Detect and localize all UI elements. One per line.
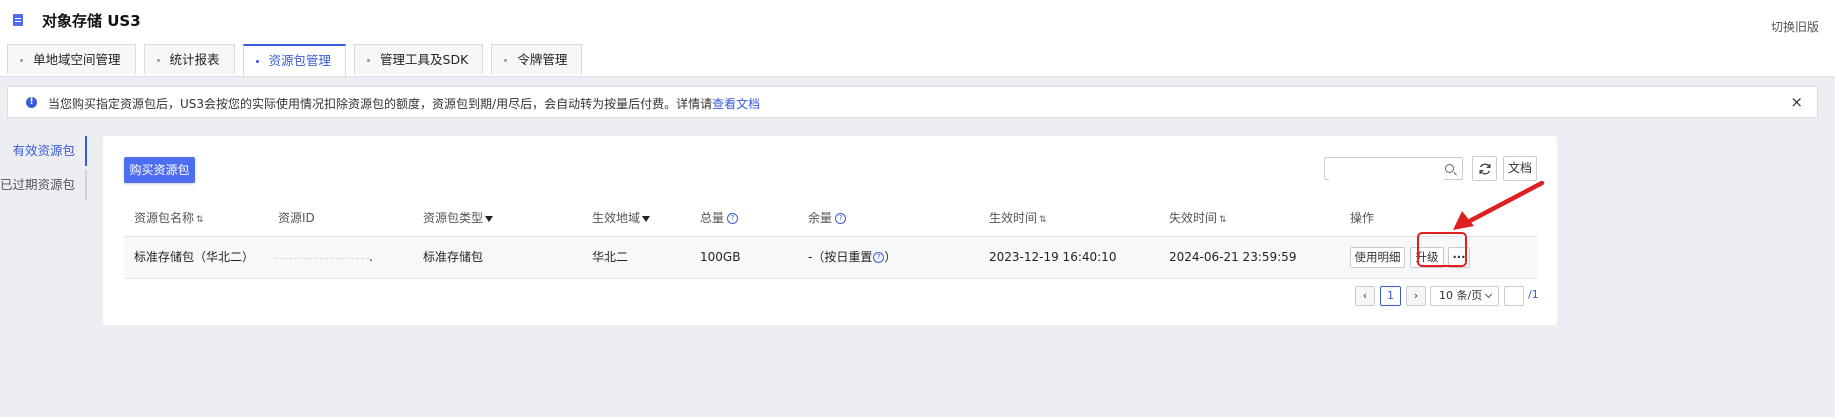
view-docs-link[interactable]: 查看文档 [712, 97, 760, 111]
package-table: 资源包名称 ⇅ 资源ID 资源包类型 生效地域 总量? 余量? 生效时间 ⇅ 失效时… [124, 200, 1537, 279]
side-nav: 有效资源包 已过期资源包 [0, 136, 87, 200]
cell-end-time: 2024-06-21 23:59:59 [1169, 250, 1297, 264]
col-start-time[interactable]: 生效时间 ⇅ [989, 200, 1047, 238]
sort-icon[interactable]: ⇅ [196, 215, 204, 225]
cell-type: 标准存储包 [423, 250, 484, 264]
cell-name: 标准存储包（华北二） [134, 250, 255, 264]
tab-resource-packages[interactable]: 资源包管理 [242, 44, 347, 76]
col-remain-label: 余量 [808, 211, 833, 225]
chevron-down-icon [1484, 290, 1493, 299]
col-region[interactable]: 生效地域 [592, 200, 651, 236]
col-type-label: 资源包类型 [423, 211, 484, 225]
tab-dot-icon [20, 59, 23, 62]
content-panel: 购买资源包 文档 资源包名称 ⇅ 资源ID 资源包类型 生效地域 总量? 余量? … [103, 136, 1557, 325]
tab-statistics[interactable]: 统计报表 [143, 44, 235, 74]
col-id: 资源ID [278, 211, 315, 225]
tab-tools-sdk[interactable]: 管理工具及SDK [354, 44, 484, 74]
notice-text: 当您购买指定资源包后，US3会按您的实际使用情况扣除资源包的额度，资源包到期/用… [48, 95, 760, 112]
refresh-button[interactable] [1472, 156, 1497, 181]
col-start-label: 生效时间 [989, 211, 1038, 225]
tab-label: 统计报表 [169, 52, 220, 67]
tab-single-region-space[interactable]: 单地域空间管理 [7, 44, 136, 74]
tab-label: 令牌管理 [517, 52, 568, 67]
col-remain: 余量? [808, 200, 847, 236]
col-name[interactable]: 资源包名称 ⇅ [134, 200, 204, 238]
page-1-button[interactable]: 1 [1380, 286, 1401, 306]
cell-remain-text: -（按日重置 [808, 250, 873, 264]
tab-label: 单地域空间管理 [33, 52, 121, 67]
redacted-id [274, 257, 369, 259]
table-row: 标准存储包（华北二） . 标准存储包 华北二 100GB -（按日重置?） 20… [124, 232, 1537, 279]
col-type[interactable]: 资源包类型 [423, 200, 494, 236]
col-name-label: 资源包名称 [134, 211, 195, 225]
tab-dot-icon [156, 59, 160, 62]
annotation-highlight-box [1417, 232, 1467, 267]
notice-body: 当您购买指定资源包后，US3会按您的实际使用情况扣除资源包的额度，资源包到期/用… [48, 97, 713, 111]
tab-dot-icon [367, 59, 371, 62]
search-input[interactable] [1329, 159, 1443, 180]
document-icon [13, 14, 23, 26]
docs-button[interactable]: 文档 [1503, 156, 1537, 181]
page-size-select[interactable]: 10 条/页 [1430, 286, 1499, 306]
total-pages: /1 [1528, 288, 1539, 301]
cell-remain: -（按日重置?） [808, 237, 896, 278]
tab-dot-icon [255, 60, 259, 63]
switch-old-version-link[interactable]: 切换旧版 [1771, 18, 1819, 35]
col-end-label: 失效时间 [1169, 211, 1218, 225]
col-end-time[interactable]: 失效时间 ⇅ [1169, 200, 1227, 238]
close-icon[interactable]: × [1790, 93, 1803, 111]
main-tabs: 单地域空间管理 统计报表 资源包管理 管理工具及SDK 令牌管理 [7, 44, 590, 76]
pagination: ‹ 1 › 10 条/页 /1 [103, 286, 1557, 306]
help-icon[interactable]: ? [873, 252, 885, 263]
help-icon[interactable]: ? [727, 213, 739, 224]
info-notice: ! 当您购买指定资源包后，US3会按您的实际使用情况扣除资源包的额度，资源包到期… [7, 86, 1818, 118]
page-title: 对象存储 US3 [42, 12, 141, 30]
tab-label: 管理工具及SDK [380, 52, 469, 67]
filter-icon[interactable] [485, 215, 494, 222]
page-size-label: 10 条/页 [1439, 289, 1483, 302]
buy-package-button[interactable]: 购买资源包 [124, 157, 195, 183]
sort-icon[interactable]: ⇅ [1039, 215, 1047, 225]
prev-page-button[interactable]: ‹ [1355, 286, 1375, 306]
next-page-button[interactable]: › [1406, 286, 1426, 306]
col-region-label: 生效地域 [592, 211, 641, 225]
tab-token-management[interactable]: 令牌管理 [491, 44, 583, 74]
search-icon[interactable] [1445, 164, 1454, 173]
annotation-arrow-icon [1453, 180, 1545, 230]
col-total-label: 总量 [700, 211, 725, 225]
col-total: 总量? [700, 200, 739, 236]
help-icon[interactable]: ? [835, 213, 847, 224]
tab-dot-icon [504, 59, 508, 62]
cell-id-text: . [369, 250, 373, 264]
side-item-expired-packages[interactable]: 已过期资源包 [0, 170, 87, 200]
sort-icon[interactable]: ⇅ [1219, 215, 1227, 225]
cell-remain-suffix: ） [884, 250, 897, 264]
side-item-valid-packages[interactable]: 有效资源包 [0, 136, 87, 166]
top-bar: 对象存储 US3 切换旧版 单地域空间管理 统计报表 资源包管理 管理工具及SD… [0, 0, 1835, 77]
tab-label: 资源包管理 [268, 53, 332, 68]
cell-total: 100GB [700, 250, 741, 264]
usage-detail-button[interactable]: 使用明细 [1350, 247, 1405, 268]
page-jump-input[interactable] [1504, 286, 1524, 306]
refresh-icon [1479, 163, 1491, 175]
cell-start-time: 2023-12-19 16:40:10 [989, 250, 1117, 264]
search-box [1324, 157, 1463, 180]
filter-icon[interactable] [642, 215, 651, 222]
col-ops: 操作 [1350, 211, 1375, 225]
info-icon: ! [26, 97, 37, 108]
cell-id: . [274, 237, 373, 278]
table-header: 资源包名称 ⇅ 资源ID 资源包类型 生效地域 总量? 余量? 生效时间 ⇅ 失效时… [124, 200, 1537, 237]
cell-region: 华北二 [592, 250, 629, 264]
